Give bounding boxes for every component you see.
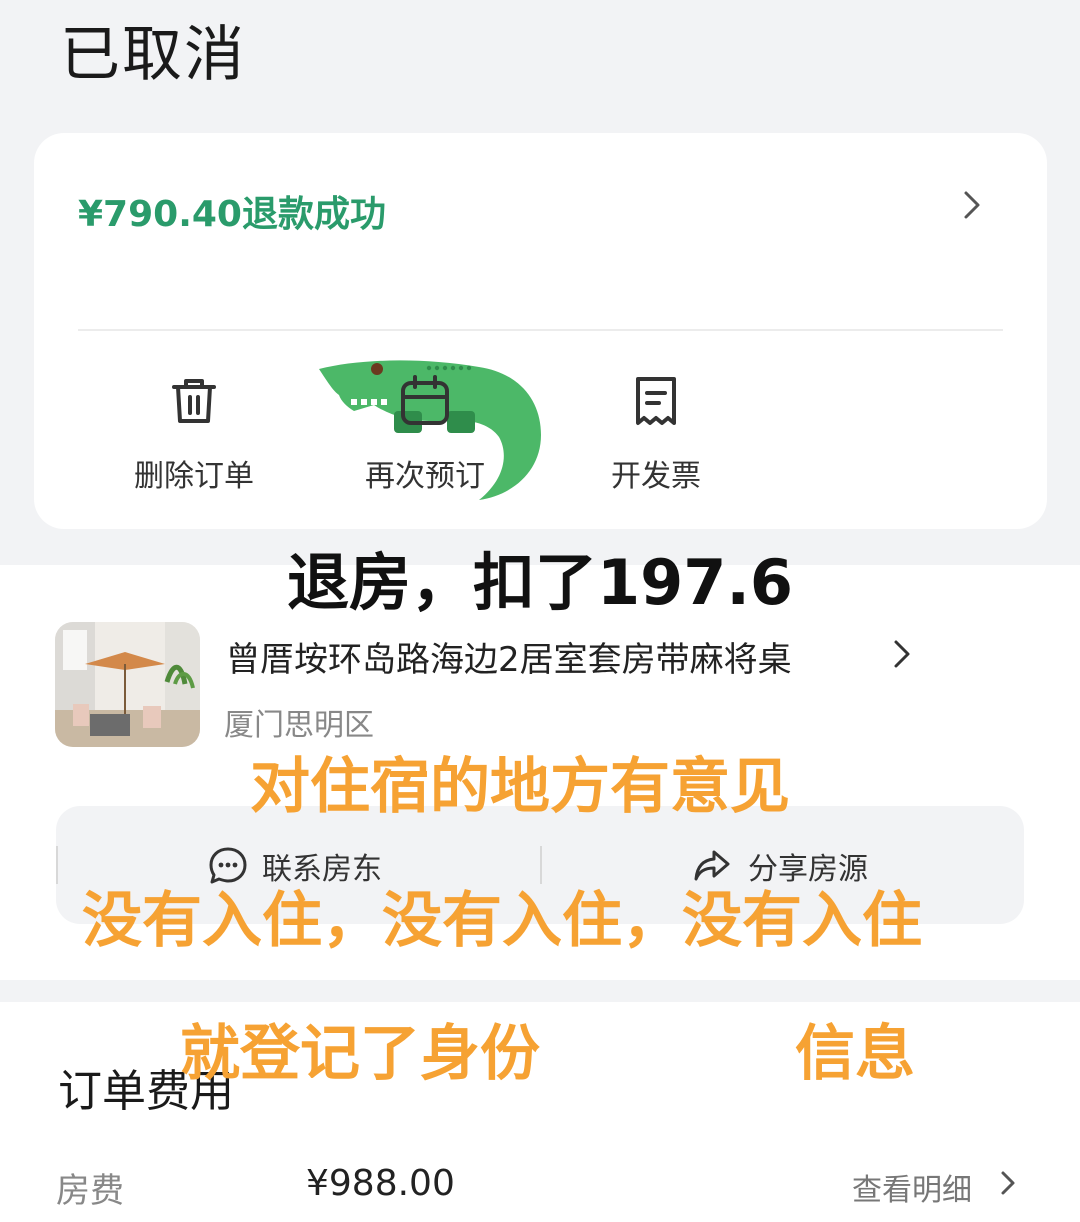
chevron-right-icon[interactable]: [998, 1168, 1018, 1198]
annotation-registered-id: 就登记了身份: [180, 1019, 540, 1089]
page-title: 已取消: [60, 20, 246, 90]
delete-order-label: 删除订单: [134, 459, 254, 494]
annotation-complaint: 对住宿的地方有意见: [250, 752, 790, 822]
room-fee-label: 房费: [56, 1171, 124, 1211]
chevron-right-icon[interactable]: [957, 185, 987, 225]
annotation-info: 信息: [795, 1019, 915, 1089]
listing-photo[interactable]: [55, 622, 200, 747]
invoice-label: 开发票: [611, 459, 701, 494]
listing-title[interactable]: 曾厝垵环岛路海边2居室套房带麻将桌: [226, 632, 792, 681]
invoice-button[interactable]: 开发票: [571, 373, 741, 495]
bar-divider-left: [56, 846, 58, 884]
trash-icon: [172, 379, 216, 423]
section-divider: [0, 980, 1080, 1002]
view-details-link[interactable]: 查看明细: [852, 1165, 972, 1209]
room-fee-amount: ¥988.00: [306, 1163, 455, 1204]
refund-status[interactable]: ¥790.40退款成功: [78, 185, 386, 237]
receipt-icon: [636, 377, 676, 425]
calendar-icon: [401, 375, 449, 425]
refund-card: ¥790.40退款成功 删除订单 再次预订 开发票: [34, 133, 1047, 529]
rebook-label: 再次预订: [365, 459, 485, 494]
card-divider: [78, 329, 1003, 331]
chevron-right-icon[interactable]: [890, 636, 914, 672]
rebook-button[interactable]: 再次预订: [340, 373, 510, 495]
listing-photo-image: [55, 622, 200, 747]
annotation-not-checked-in: 没有入住，没有入住，没有入住: [82, 886, 922, 956]
delete-order-button[interactable]: 删除订单: [109, 373, 279, 495]
annotation-caption: 退房，扣了197.6: [286, 546, 794, 619]
